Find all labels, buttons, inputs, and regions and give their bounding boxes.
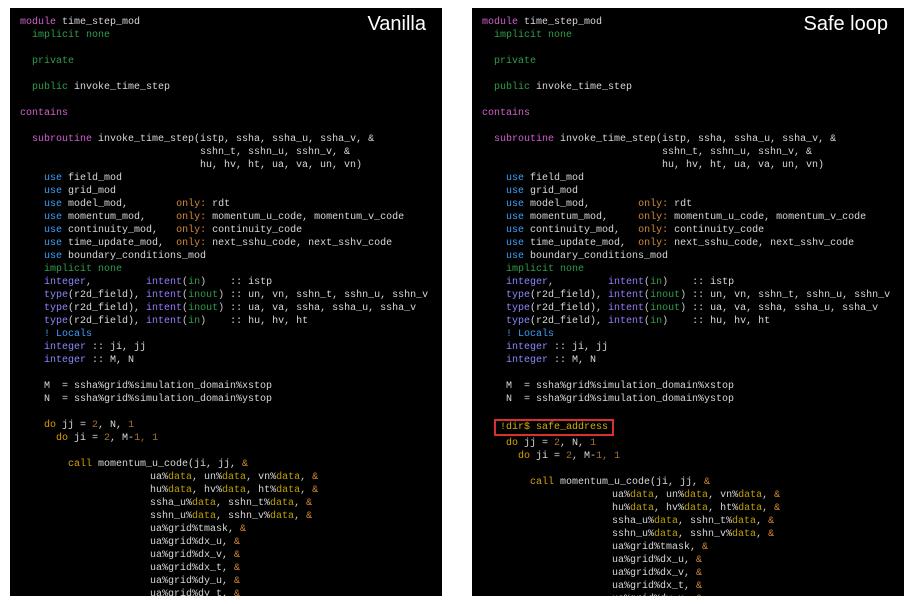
code-line: ua%grid%dy_u, & bbox=[20, 575, 432, 588]
code-line: integer :: M, N bbox=[482, 354, 894, 367]
code-line: use continuity_mod, only: continuity_cod… bbox=[20, 224, 432, 237]
code-line: ua%grid%tmask, & bbox=[20, 523, 432, 536]
code-line: use model_mod, only: rdt bbox=[482, 198, 894, 211]
code-line: type(r2d_field), intent(inout) :: un, vn… bbox=[20, 289, 432, 302]
code-line: use model_mod, only: rdt bbox=[20, 198, 432, 211]
code-line: use boundary_conditions_mod bbox=[482, 250, 894, 263]
code-line: do jj = 2, N, 1 bbox=[482, 437, 894, 450]
code-line: sshn_t, sshn_u, sshn_v, & bbox=[20, 146, 432, 159]
code-line: ua%grid%dx_t, & bbox=[482, 580, 894, 593]
code-line: ssha_u%data, sshn_t%data, & bbox=[482, 515, 894, 528]
code-line: integer, intent(in) :: istp bbox=[20, 276, 432, 289]
code-panel-vanilla: Vanilla module time_step_mod implicit no… bbox=[10, 8, 442, 596]
directive-highlight: !dir$ safe_address bbox=[482, 419, 894, 437]
code-line: call momentum_u_code(ji, jj, & bbox=[20, 458, 432, 471]
code-line: private bbox=[20, 55, 432, 68]
code-line: private bbox=[482, 55, 894, 68]
panel-title-left: Vanilla bbox=[367, 18, 426, 31]
code-line: implicit none bbox=[482, 263, 894, 276]
code-line: contains bbox=[482, 107, 894, 120]
code-line: type(r2d_field), intent(inout) :: ua, va… bbox=[482, 302, 894, 315]
code-line: use boundary_conditions_mod bbox=[20, 250, 432, 263]
code-line: N = ssha%grid%simulation_domain%ystop bbox=[482, 393, 894, 406]
code-line: use momentum_mod, only: momentum_u_code,… bbox=[20, 211, 432, 224]
code-line: sshn_u%data, sshn_v%data, & bbox=[482, 528, 894, 541]
code-line: ! Locals bbox=[482, 328, 894, 341]
code-line: ua%grid%dx_v, & bbox=[20, 549, 432, 562]
code-line: type(r2d_field), intent(inout) :: ua, va… bbox=[20, 302, 432, 315]
code-line: ua%grid%dx_u, & bbox=[20, 536, 432, 549]
code-line: type(r2d_field), intent(in) :: hu, hv, h… bbox=[20, 315, 432, 328]
code-line: M = ssha%grid%simulation_domain%xstop bbox=[20, 380, 432, 393]
code-line: ua%grid%dx_v, & bbox=[482, 567, 894, 580]
code-line: public invoke_time_step bbox=[482, 81, 894, 94]
code-line: use time_update_mod, only: next_sshu_cod… bbox=[20, 237, 432, 250]
code-panel-safeloop: Safe loop module time_step_mod implicit … bbox=[472, 8, 904, 596]
code-line: ua%data, un%data, vn%data, & bbox=[20, 471, 432, 484]
code-line: use time_update_mod, only: next_sshu_cod… bbox=[482, 237, 894, 250]
code-line: use field_mod bbox=[482, 172, 894, 185]
code-line: M = ssha%grid%simulation_domain%xstop bbox=[482, 380, 894, 393]
code-line: hu%data, hv%data, ht%data, & bbox=[482, 502, 894, 515]
code-line: integer :: ji, jj bbox=[20, 341, 432, 354]
code-line: type(r2d_field), intent(inout) :: un, vn… bbox=[482, 289, 894, 302]
code-line: ua%grid%dx_t, & bbox=[20, 562, 432, 575]
code-line: hu, hv, ht, ua, va, un, vn) bbox=[482, 159, 894, 172]
code-line: N = ssha%grid%simulation_domain%ystop bbox=[20, 393, 432, 406]
code-line: type(r2d_field), intent(in) :: hu, hv, h… bbox=[482, 315, 894, 328]
code-line: integer :: ji, jj bbox=[482, 341, 894, 354]
code-line: public invoke_time_step bbox=[20, 81, 432, 94]
code-line: do ji = 2, M-1, 1 bbox=[482, 450, 894, 463]
code-line: call momentum_u_code(ji, jj, & bbox=[482, 476, 894, 489]
code-line: use grid_mod bbox=[482, 185, 894, 198]
code-line: integer :: M, N bbox=[20, 354, 432, 367]
code-line: hu%data, hv%data, ht%data, & bbox=[20, 484, 432, 497]
code-line: ua%data, un%data, vn%data, & bbox=[482, 489, 894, 502]
code-line: subroutine invoke_time_step(istp, ssha, … bbox=[20, 133, 432, 146]
code-line: implicit none bbox=[20, 263, 432, 276]
code-line: ua%grid%tmask, & bbox=[482, 541, 894, 554]
code-line: integer, intent(in) :: istp bbox=[482, 276, 894, 289]
code-line: sshn_t, sshn_u, sshn_v, & bbox=[482, 146, 894, 159]
code-line: ua%grid%dx_u, & bbox=[482, 554, 894, 567]
code-line: use continuity_mod, only: continuity_cod… bbox=[482, 224, 894, 237]
panel-title-right: Safe loop bbox=[803, 18, 888, 31]
code-line: ua%grid%dy_t, & bbox=[20, 588, 432, 596]
code-line: use grid_mod bbox=[20, 185, 432, 198]
code-line: subroutine invoke_time_step(istp, ssha, … bbox=[482, 133, 894, 146]
code-line: ! Locals bbox=[20, 328, 432, 341]
code-line: do jj = 2, N, 1 bbox=[20, 419, 432, 432]
code-line: ua%grid%dy_u, & bbox=[482, 593, 894, 596]
code-line: contains bbox=[20, 107, 432, 120]
code-line: do ji = 2, M-1, 1 bbox=[20, 432, 432, 445]
code-line: ssha_u%data, sshn_t%data, & bbox=[20, 497, 432, 510]
code-line: use field_mod bbox=[20, 172, 432, 185]
code-line: use momentum_mod, only: momentum_u_code,… bbox=[482, 211, 894, 224]
code-line: sshn_u%data, sshn_v%data, & bbox=[20, 510, 432, 523]
code-line: hu, hv, ht, ua, va, un, vn) bbox=[20, 159, 432, 172]
